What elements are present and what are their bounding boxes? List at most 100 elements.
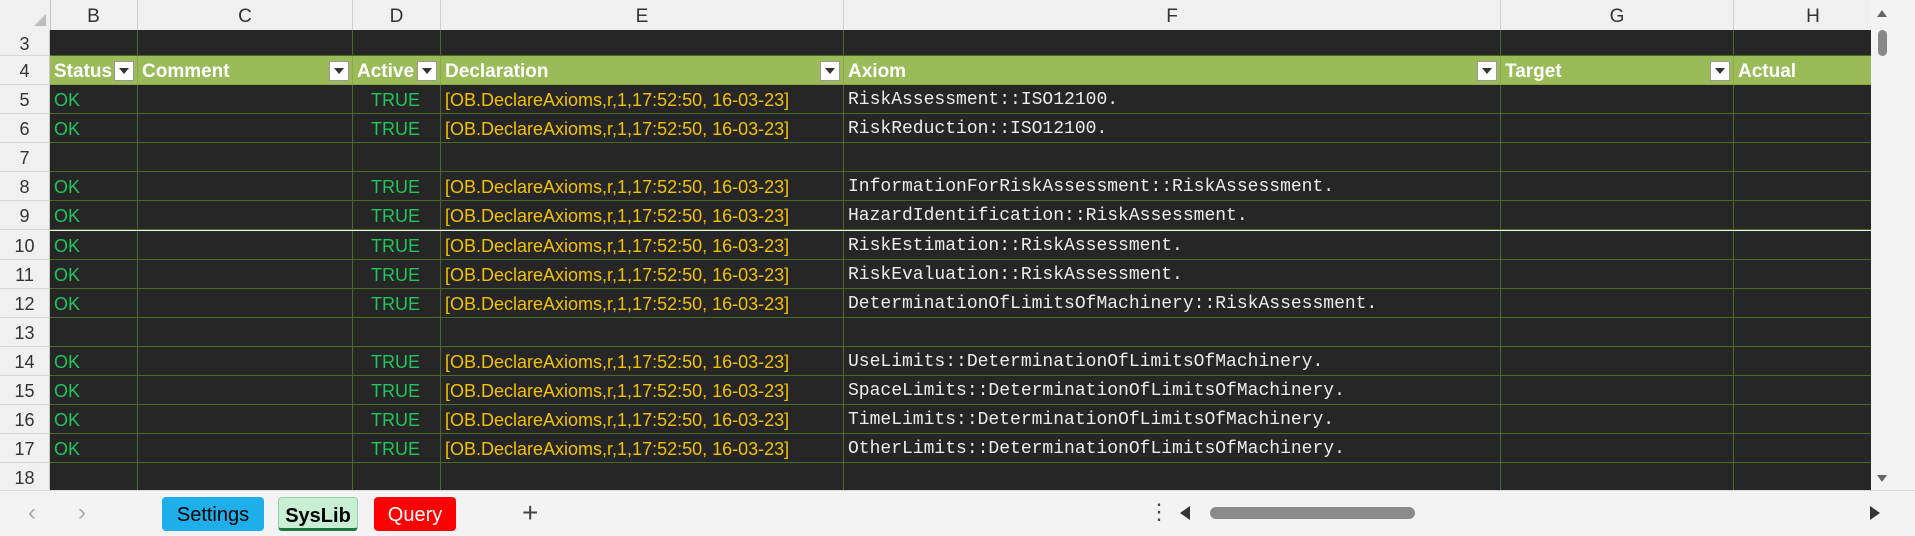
actual-cell[interactable] [1734, 259, 1893, 289]
actual-cell[interactable] [1734, 463, 1893, 490]
target-cell[interactable] [1501, 346, 1734, 376]
prev-sheet-chevron-icon[interactable]: ‹ [28, 501, 36, 525]
comment-cell[interactable] [138, 376, 353, 406]
axiom-cell[interactable]: InformationForRiskAssessment::RiskAssess… [844, 172, 1501, 202]
status-cell[interactable] [50, 463, 138, 490]
actual-cell[interactable] [1734, 114, 1893, 144]
active-cell[interactable] [353, 463, 441, 490]
axiom-cell[interactable]: TimeLimits::DeterminationOfLimitsOfMachi… [844, 405, 1501, 435]
column-header-c[interactable]: C [138, 0, 353, 30]
declaration-cell[interactable]: [OB.DeclareAxioms,r,1,17:52:50, 16-03-23… [441, 288, 844, 318]
horizontal-scrollbar[interactable] [1180, 501, 1880, 525]
vertical-scroll-thumb[interactable] [1878, 30, 1887, 56]
filter-dropdown-icon[interactable] [329, 61, 349, 81]
comment-cell[interactable] [138, 114, 353, 144]
comment-cell[interactable] [138, 346, 353, 376]
comment-cell[interactable] [138, 85, 353, 115]
declaration-cell[interactable] [441, 143, 844, 173]
column-header-h[interactable]: H [1734, 0, 1893, 30]
active-cell[interactable] [353, 143, 441, 173]
status-cell[interactable] [50, 317, 138, 347]
status-cell[interactable]: OK [50, 85, 138, 115]
declaration-cell[interactable]: [OB.DeclareAxioms,r,1,17:52:50, 16-03-23… [441, 114, 844, 144]
comment-cell[interactable] [138, 201, 353, 231]
column-header-b[interactable]: B [50, 0, 138, 30]
actual-cell[interactable] [1734, 172, 1893, 202]
declaration-cell[interactable]: [OB.DeclareAxioms,r,1,17:52:50, 16-03-23… [441, 230, 844, 260]
status-cell[interactable]: OK [50, 346, 138, 376]
active-cell[interactable]: TRUE [353, 405, 441, 435]
comment-cell[interactable] [138, 463, 353, 490]
status-cell[interactable]: OK [50, 376, 138, 406]
row-header[interactable]: 13 [0, 317, 50, 347]
comment-cell[interactable] [138, 288, 353, 318]
declaration-cell[interactable] [441, 463, 844, 490]
comment-cell[interactable] [138, 405, 353, 435]
actual-cell[interactable] [1734, 143, 1893, 173]
sheet-tab-syslib[interactable]: SysLib [278, 497, 358, 531]
axiom-cell[interactable]: DeterminationOfLimitsOfMachinery::RiskAs… [844, 288, 1501, 318]
active-cell[interactable]: TRUE [353, 288, 441, 318]
target-cell[interactable] [1501, 172, 1734, 202]
vertical-scrollbar[interactable] [1871, 0, 1893, 490]
row-header[interactable]: 11 [0, 259, 50, 289]
empty-cell[interactable] [844, 30, 1501, 56]
axiom-cell[interactable]: RiskReduction::ISO12100. [844, 114, 1501, 144]
filter-dropdown-icon[interactable] [417, 61, 437, 81]
empty-cell[interactable] [1734, 30, 1893, 56]
row-header[interactable]: 18 [0, 463, 50, 490]
sheet-tab-settings[interactable]: Settings [162, 497, 264, 531]
active-cell[interactable]: TRUE [353, 201, 441, 231]
status-cell[interactable]: OK [50, 172, 138, 202]
declaration-cell[interactable]: [OB.DeclareAxioms,r,1,17:52:50, 16-03-23… [441, 434, 844, 464]
target-cell[interactable] [1501, 201, 1734, 231]
comment-cell[interactable] [138, 172, 353, 202]
column-header-g[interactable]: G [1501, 0, 1734, 30]
next-sheet-chevron-icon[interactable]: › [78, 501, 86, 525]
actual-cell[interactable] [1734, 288, 1893, 318]
target-cell[interactable] [1501, 288, 1734, 318]
status-cell[interactable]: OK [50, 434, 138, 464]
declaration-cell[interactable]: [OB.DeclareAxioms,r,1,17:52:50, 16-03-23… [441, 376, 844, 406]
row-header[interactable]: 4 [0, 56, 50, 85]
target-cell[interactable] [1501, 85, 1734, 115]
table-header-status[interactable]: Status [50, 56, 138, 85]
actual-cell[interactable] [1734, 346, 1893, 376]
row-header[interactable]: 14 [0, 346, 50, 376]
target-cell[interactable] [1501, 405, 1734, 435]
declaration-cell[interactable]: [OB.DeclareAxioms,r,1,17:52:50, 16-03-23… [441, 346, 844, 376]
row-header[interactable]: 17 [0, 434, 50, 464]
target-cell[interactable] [1501, 259, 1734, 289]
target-cell[interactable] [1501, 114, 1734, 144]
axiom-cell[interactable]: RiskEstimation::RiskAssessment. [844, 230, 1501, 260]
axiom-cell[interactable] [844, 463, 1501, 490]
axiom-cell[interactable] [844, 143, 1501, 173]
actual-cell[interactable] [1734, 201, 1893, 231]
table-header-comment[interactable]: Comment [138, 56, 353, 85]
table-header-target[interactable]: Target [1501, 56, 1734, 85]
empty-cell[interactable] [353, 30, 441, 56]
actual-cell[interactable] [1734, 376, 1893, 406]
axiom-cell[interactable]: RiskEvaluation::RiskAssessment. [844, 259, 1501, 289]
active-cell[interactable]: TRUE [353, 114, 441, 144]
status-cell[interactable]: OK [50, 230, 138, 260]
declaration-cell[interactable]: [OB.DeclareAxioms,r,1,17:52:50, 16-03-23… [441, 259, 844, 289]
table-header-actual[interactable]: Actual [1734, 56, 1893, 85]
actual-cell[interactable] [1734, 434, 1893, 464]
table-header-declaration[interactable]: Declaration [441, 56, 844, 85]
column-header-d[interactable]: D [353, 0, 441, 30]
sheet-tab-query[interactable]: Query [374, 497, 456, 531]
declaration-cell[interactable]: [OB.DeclareAxioms,r,1,17:52:50, 16-03-23… [441, 201, 844, 231]
axiom-cell[interactable]: HazardIdentification::RiskAssessment. [844, 201, 1501, 231]
comment-cell[interactable] [138, 317, 353, 347]
active-cell[interactable]: TRUE [353, 434, 441, 464]
comment-cell[interactable] [138, 259, 353, 289]
empty-cell[interactable] [441, 30, 844, 56]
declaration-cell[interactable]: [OB.DeclareAxioms,r,1,17:52:50, 16-03-23… [441, 172, 844, 202]
row-header[interactable]: 5 [0, 85, 50, 115]
row-header[interactable]: 7 [0, 143, 50, 173]
active-cell[interactable]: TRUE [353, 230, 441, 260]
row-header[interactable]: 3 [0, 30, 50, 56]
row-header[interactable]: 9 [0, 201, 50, 231]
filter-dropdown-icon[interactable] [1477, 61, 1497, 81]
